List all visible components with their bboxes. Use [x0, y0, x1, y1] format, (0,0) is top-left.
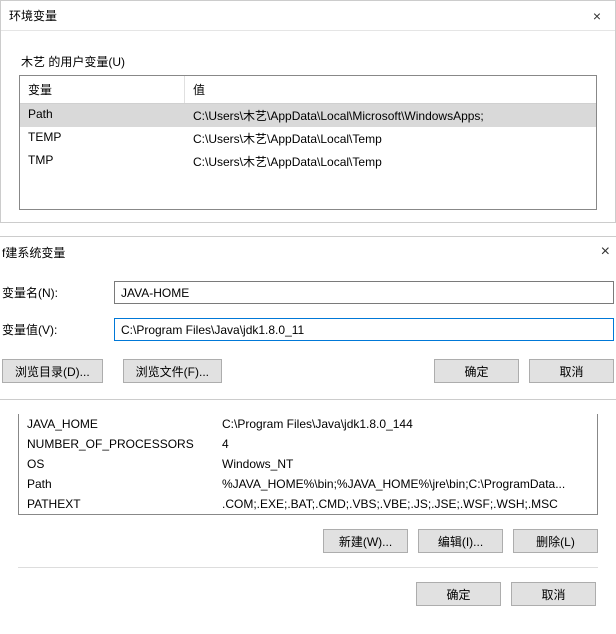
sys-var-rows: JAVA_HOME C:\Program Files\Java\jdk1.8.0… — [19, 414, 597, 514]
dialog-content: 木艺 的用户变量(U) 变量 值 Path C:\Users\木艺\AppDat… — [1, 31, 615, 222]
edit-button[interactable]: 编辑(I)... — [418, 529, 503, 553]
system-vars-section: JAVA_HOME C:\Program Files\Java\jdk1.8.0… — [0, 414, 616, 606]
var-value-input[interactable] — [114, 318, 614, 341]
ok-button[interactable]: 确定 — [416, 582, 501, 606]
table-row[interactable]: Path %JAVA_HOME%\bin;%JAVA_HOME%\jre\bin… — [19, 474, 597, 494]
var-name: TEMP — [20, 127, 185, 150]
table-row[interactable]: JAVA_HOME C:\Program Files\Java\jdk1.8.0… — [19, 414, 597, 434]
table-row[interactable]: PATHEXT .COM;.EXE;.BAT;.CMD;.VBS;.VBE;.J… — [19, 494, 597, 514]
right-buttons: 确定 取消 — [434, 359, 614, 383]
cancel-button[interactable]: 取消 — [529, 359, 614, 383]
system-vars-list[interactable]: JAVA_HOME C:\Program Files\Java\jdk1.8.0… — [18, 414, 598, 515]
titlebar: f建系统变量 × — [0, 237, 616, 267]
delete-button[interactable]: 删除(L) — [513, 529, 598, 553]
var-value: C:\Program Files\Java\jdk1.8.0_144 — [214, 414, 597, 434]
titlebar: 环境变量 × — [1, 1, 615, 31]
close-icon[interactable]: × — [601, 243, 612, 261]
dialog-title: 环境变量 — [9, 7, 57, 24]
var-value: .COM;.EXE;.BAT;.CMD;.VBS;.VBE;.JS;.JSE;.… — [214, 494, 597, 514]
close-icon[interactable]: × — [587, 8, 607, 24]
table-row[interactable]: OS Windows_NT — [19, 454, 597, 474]
var-name: OS — [19, 454, 214, 474]
var-name: TMP — [20, 150, 185, 173]
var-name: Path — [19, 474, 214, 494]
var-name-row: 变量名(N): — [2, 281, 614, 304]
var-name-input[interactable] — [114, 281, 614, 304]
table-row[interactable]: TEMP C:\Users\木艺\AppData\Local\Temp — [20, 127, 596, 150]
cancel-button[interactable]: 取消 — [511, 582, 596, 606]
var-name: JAVA_HOME — [19, 414, 214, 434]
var-name: NUMBER_OF_PROCESSORS — [19, 434, 214, 454]
var-name: PATHEXT — [19, 494, 214, 514]
ok-button[interactable]: 确定 — [434, 359, 519, 383]
sys-var-buttons: 新建(W)... 编辑(I)... 删除(L) — [18, 529, 598, 553]
user-vars-list[interactable]: 变量 值 Path C:\Users\木艺\AppData\Local\Micr… — [19, 75, 597, 210]
table-row[interactable]: NUMBER_OF_PROCESSORS 4 — [19, 434, 597, 454]
browse-dir-button[interactable]: 浏览目录(D)... — [2, 359, 103, 383]
table-row[interactable]: TMP C:\Users\木艺\AppData\Local\Temp — [20, 150, 596, 173]
col-header-value[interactable]: 值 — [185, 76, 596, 103]
col-header-variable[interactable]: 变量 — [20, 76, 185, 103]
var-value: Windows_NT — [214, 454, 597, 474]
browse-file-button[interactable]: 浏览文件(F)... — [123, 359, 222, 383]
user-var-rows: Path C:\Users\木艺\AppData\Local\Microsoft… — [20, 104, 596, 173]
user-vars-label: 木艺 的用户变量(U) — [21, 53, 597, 70]
var-value: C:\Users\木艺\AppData\Local\Temp — [185, 150, 596, 173]
spacer — [20, 173, 596, 209]
list-header: 变量 值 — [20, 76, 596, 104]
var-name-label: 变量名(N): — [2, 284, 114, 301]
table-row[interactable]: Path C:\Users\木艺\AppData\Local\Microsoft… — [20, 104, 596, 127]
var-value: 4 — [214, 434, 597, 454]
var-value-label: 变量值(V): — [2, 321, 114, 338]
button-row: 浏览目录(D)... 浏览文件(F)... 确定 取消 — [2, 359, 614, 383]
env-vars-dialog: 环境变量 × 木艺 的用户变量(U) 变量 值 Path C:\Users\木艺… — [0, 0, 616, 223]
var-value: %JAVA_HOME%\bin;%JAVA_HOME%\jre\bin;C:\P… — [214, 474, 597, 494]
var-value: C:\Users\木艺\AppData\Local\Temp — [185, 127, 596, 150]
dialog-final-buttons: 确定 取消 — [18, 567, 598, 606]
new-button[interactable]: 新建(W)... — [323, 529, 408, 553]
var-name: Path — [20, 104, 185, 127]
var-value: C:\Users\木艺\AppData\Local\Microsoft\Wind… — [185, 104, 596, 127]
var-value-row: 变量值(V): — [2, 318, 614, 341]
left-buttons: 浏览目录(D)... 浏览文件(F)... — [2, 359, 222, 383]
new-sys-var-dialog: f建系统变量 × 变量名(N): 变量值(V): 浏览目录(D)... 浏览文件… — [0, 236, 616, 400]
dialog-title: f建系统变量 — [2, 244, 65, 261]
